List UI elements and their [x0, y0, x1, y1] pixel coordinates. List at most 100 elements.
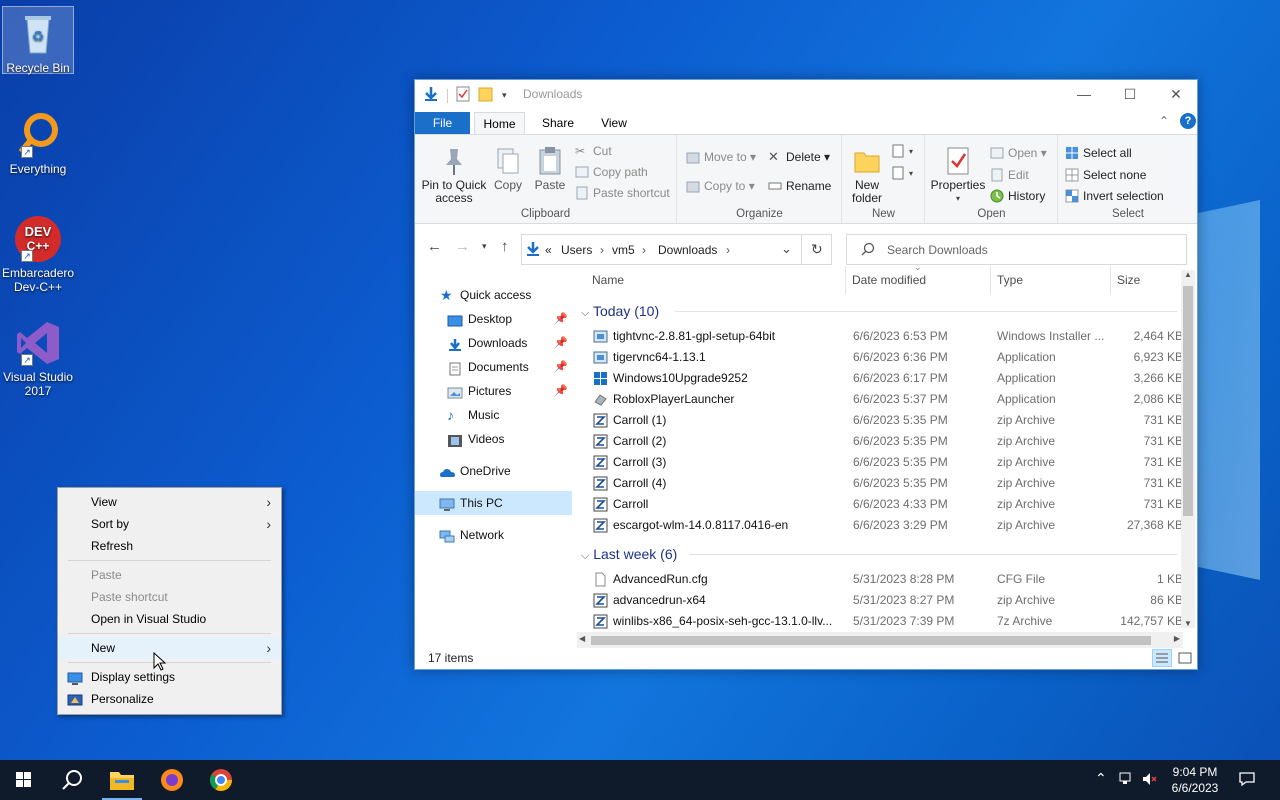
volume-muted-icon[interactable]: [1141, 771, 1159, 800]
minimize-button[interactable]: —: [1061, 80, 1107, 109]
horizontal-scrollbar[interactable]: ◀ ▶: [577, 632, 1183, 648]
file-row[interactable]: RobloxPlayerLauncher 6/6/2023 5:37 PM Appl…: [577, 389, 1183, 410]
column-header-size[interactable]: Size: [1117, 266, 1140, 294]
desktop-icon-recycle-bin[interactable]: ♻ Recycle Bin: [2, 6, 74, 75]
network-tray-icon[interactable]: [1118, 771, 1136, 800]
desktop-icon-visual-studio[interactable]: ↗ Visual Studio 2017: [2, 318, 74, 398]
menu-item-personalize[interactable]: Personalize: [58, 688, 281, 710]
scroll-up-icon[interactable]: ▲: [1184, 270, 1192, 279]
show-hidden-icons-chevron-icon[interactable]: ⌃: [1095, 770, 1107, 800]
nav-item-desktop[interactable]: Desktop 📌: [415, 307, 572, 331]
nav-item-music[interactable]: ♪ Music: [415, 403, 572, 427]
nav-item-quick-access[interactable]: ★ Quick access: [415, 283, 572, 307]
select-none-button[interactable]: Select none: [1065, 165, 1146, 185]
scrollbar-thumb[interactable]: [591, 636, 1151, 645]
notifications-icon[interactable]: [1238, 771, 1256, 800]
select-all-button[interactable]: Select all: [1065, 143, 1132, 163]
scroll-down-icon[interactable]: ▼: [1184, 619, 1192, 628]
pin-to-quick-access-button[interactable]: Pin to Quick access: [419, 145, 489, 205]
move-to-button[interactable]: Move to ▾: [686, 147, 756, 167]
copy-path-button[interactable]: Copy path: [575, 162, 648, 182]
firefox-taskbar-button[interactable]: [148, 760, 196, 800]
scroll-left-icon[interactable]: ◀: [579, 634, 585, 643]
back-arrow-icon[interactable]: ←: [427, 238, 442, 255]
menu-item-open-in-visual-studio[interactable]: Open in Visual Studio: [58, 608, 281, 630]
column-header-name[interactable]: Name: [592, 266, 624, 294]
paste-shortcut-button[interactable]: Paste shortcut: [575, 183, 670, 203]
nav-item-network[interactable]: Network: [415, 523, 572, 547]
file-row[interactable]: tigervnc64-1.13.1 6/6/2023 6:36 PM Applica…: [577, 347, 1183, 368]
help-icon[interactable]: ?: [1180, 113, 1196, 129]
file-row[interactable]: AdvancedRun.cfg 5/31/2023 8:28 PM CFG File…: [577, 569, 1183, 590]
large-icons-view-icon[interactable]: [1177, 650, 1193, 669]
file-row[interactable]: Windows10Upgrade9252 6/6/2023 6:17 PM Appl…: [577, 368, 1183, 389]
column-divider[interactable]: [1110, 266, 1111, 294]
file-row[interactable]: advancedrun-x64 5/31/2023 8:27 PM zip Arch…: [577, 590, 1183, 611]
file-row[interactable]: Carroll (1) 6/6/2023 5:35 PM zip Archive 73…: [577, 410, 1183, 431]
close-button[interactable]: ✕: [1153, 80, 1197, 109]
easy-access-icon[interactable]: ▾: [891, 165, 917, 181]
delete-button[interactable]: ✕ Delete ▾: [768, 147, 830, 167]
menu-item-sort-by[interactable]: Sort by ›: [58, 513, 281, 535]
pin-icon[interactable]: 📌: [554, 307, 568, 331]
file-row[interactable]: escargot-wlm-14.0.8117.0416-en 6/6/2023 3…: [577, 515, 1183, 536]
scrollbar-thumb[interactable]: [1183, 286, 1193, 516]
column-divider[interactable]: [990, 266, 991, 294]
breadcrumb-vm5[interactable]: vm5: [612, 243, 635, 257]
search-taskbar-button[interactable]: [48, 760, 96, 800]
title-bar[interactable]: ▾ Downloads — ☐ ✕: [415, 80, 1197, 109]
invert-selection-button[interactable]: Invert selection: [1065, 186, 1164, 206]
copy-to-button[interactable]: Copy to ▾: [686, 176, 755, 196]
copy-button[interactable]: Copy: [489, 145, 527, 192]
file-row[interactable]: tightvnc-2.8.81-gpl-setup-64bit 6/6/2023 …: [577, 326, 1183, 347]
group-header-today[interactable]: ⌵ Today (10): [581, 300, 1181, 322]
file-row[interactable]: Carroll 6/6/2023 4:33 PM zip Archive 731 KB: [577, 494, 1183, 515]
vertical-scrollbar[interactable]: ▲ ▼: [1181, 270, 1195, 628]
nav-item-pictures[interactable]: Pictures 📌: [415, 379, 572, 403]
new-item-icon[interactable]: ▾: [891, 143, 917, 159]
nav-item-videos[interactable]: Videos: [415, 427, 572, 451]
menu-item-display-settings[interactable]: Display settings: [58, 666, 281, 688]
menu-item-paste[interactable]: Paste: [58, 564, 281, 586]
desktop-icon-everything[interactable]: ↗ Everything: [2, 110, 74, 176]
refresh-icon[interactable]: ↻: [811, 241, 823, 258]
scroll-right-icon[interactable]: ▶: [1174, 634, 1180, 643]
forward-arrow-icon[interactable]: →: [455, 238, 470, 255]
group-header-last-week[interactable]: ⌵ Last week (6): [581, 543, 1181, 565]
address-bar[interactable]: « Users › vm5 › Downloads › ⌄ ↻: [521, 234, 832, 265]
new-folder-qat-icon[interactable]: [478, 86, 494, 105]
tab-view[interactable]: View: [591, 112, 637, 134]
address-dropdown-icon[interactable]: ⌄: [781, 241, 792, 257]
properties-button[interactable]: Properties ▾: [928, 145, 988, 205]
chrome-taskbar-button[interactable]: [197, 760, 245, 800]
tab-share[interactable]: Share: [533, 112, 583, 134]
open-button[interactable]: Open ▾: [990, 143, 1047, 163]
breadcrumb-downloads[interactable]: Downloads: [658, 243, 717, 257]
desktop-icon-devcpp[interactable]: DEV C++ ↗ Embarcadero Dev-C++: [2, 214, 74, 294]
nav-item-this-pc[interactable]: This PC: [415, 491, 572, 515]
nav-item-downloads[interactable]: Downloads 📌: [415, 331, 572, 355]
pin-icon[interactable]: 📌: [554, 379, 568, 403]
rename-button[interactable]: Rename: [768, 176, 831, 196]
recent-locations-chevron-icon[interactable]: ▾: [482, 241, 487, 252]
maximize-button[interactable]: ☐: [1107, 80, 1153, 109]
breadcrumb-users[interactable]: Users: [561, 243, 592, 257]
up-arrow-icon[interactable]: ↑: [501, 238, 509, 255]
menu-item-refresh[interactable]: Refresh: [58, 535, 281, 557]
file-explorer-taskbar-button[interactable]: [98, 760, 146, 800]
breadcrumb-overflow[interactable]: «: [545, 243, 552, 257]
column-divider[interactable]: [845, 266, 846, 294]
pin-icon[interactable]: 📌: [554, 331, 568, 355]
file-row[interactable]: winlibs-x86_64-posix-seh-gcc-13.1.0-llv.…: [577, 611, 1183, 632]
paste-button[interactable]: Paste: [531, 145, 569, 192]
details-view-icon[interactable]: [1152, 649, 1172, 667]
properties-check-icon[interactable]: [456, 86, 470, 105]
pin-icon[interactable]: 📌: [554, 355, 568, 379]
file-row[interactable]: Carroll (3) 6/6/2023 5:35 PM zip Archive 73…: [577, 452, 1183, 473]
menu-item-new[interactable]: New ›: [58, 637, 281, 659]
history-button[interactable]: History: [990, 186, 1045, 206]
file-row[interactable]: Carroll (4) 6/6/2023 5:35 PM zip Archive 73…: [577, 473, 1183, 494]
file-row[interactable]: Carroll (2) 6/6/2023 5:35 PM zip Archive 73…: [577, 431, 1183, 452]
new-folder-button[interactable]: New folder: [847, 145, 887, 205]
nav-item-onedrive[interactable]: OneDrive: [415, 459, 572, 483]
